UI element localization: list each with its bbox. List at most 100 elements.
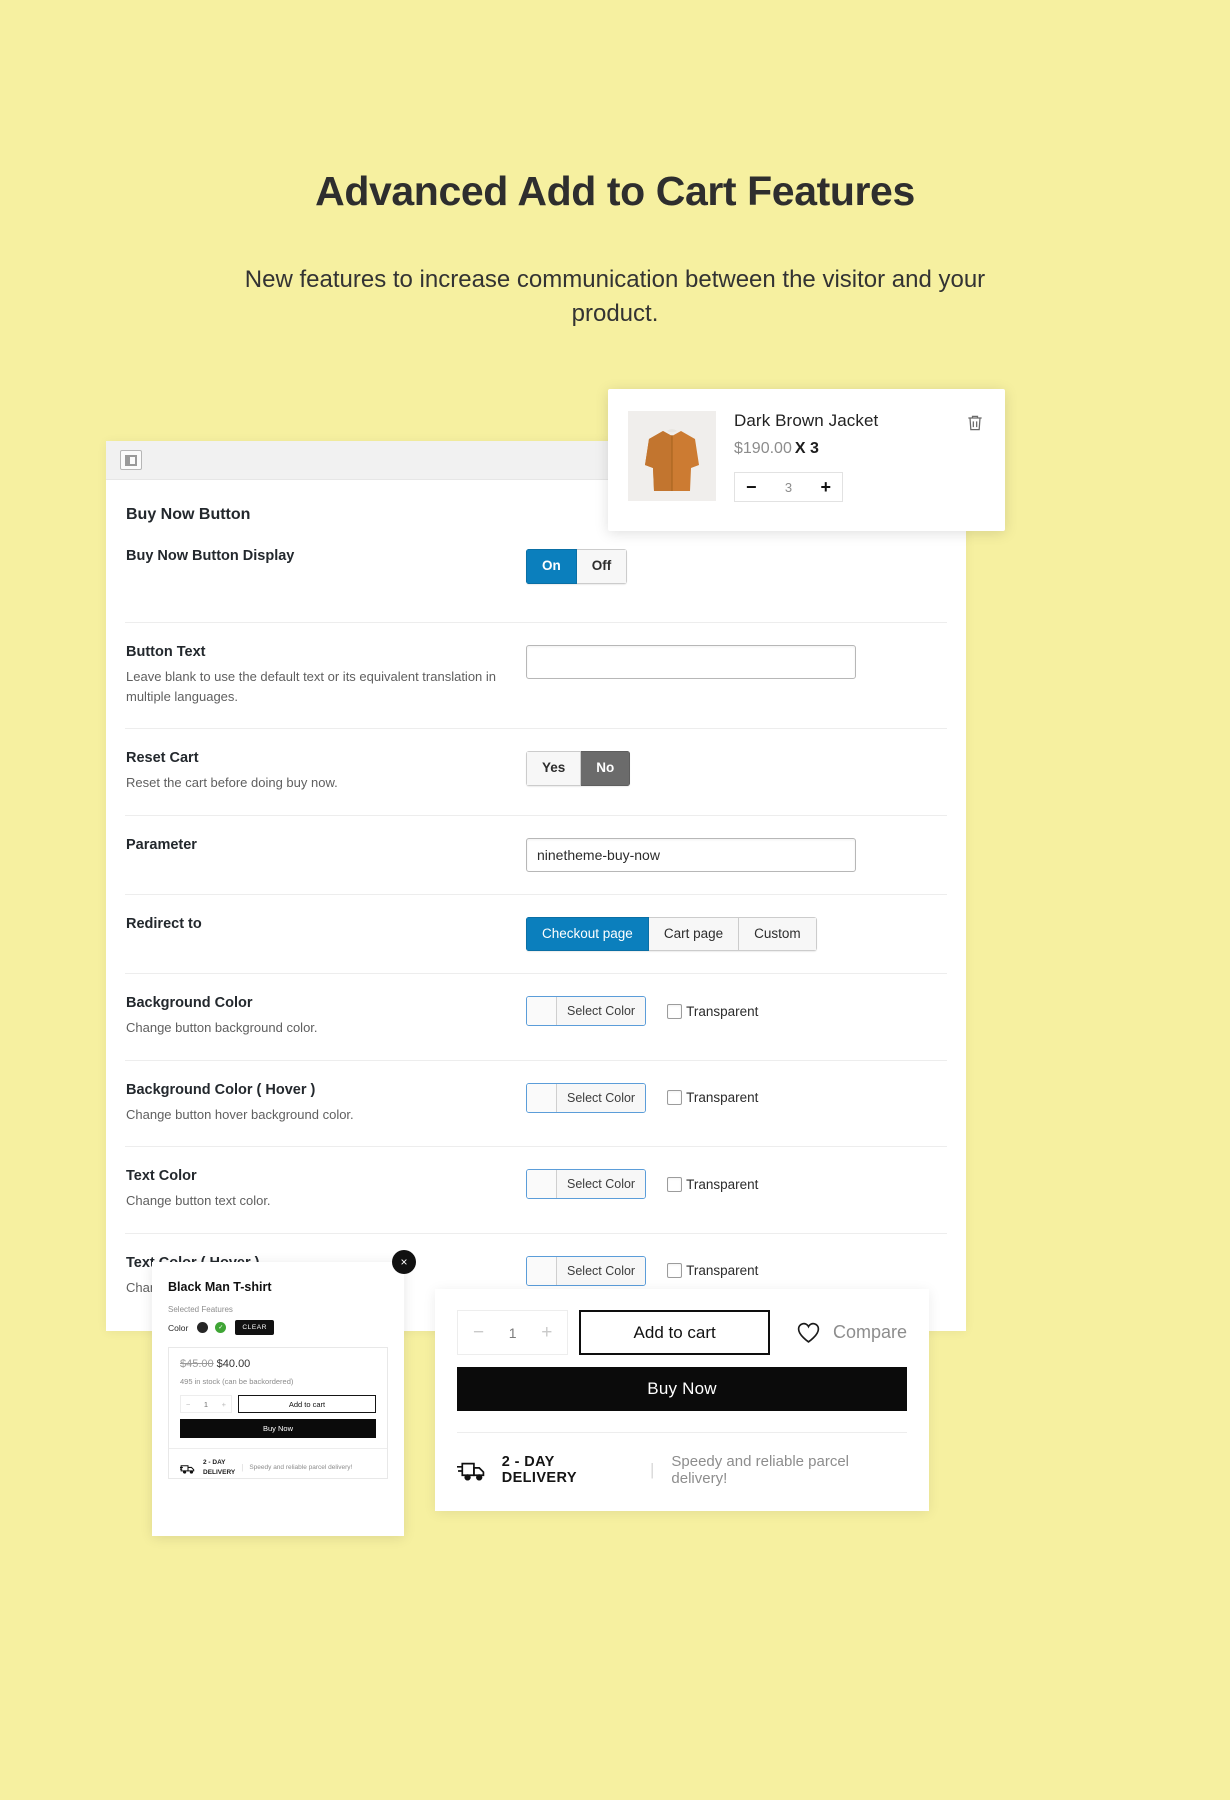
product-buy-panel: − 1 + Add to cart Compare Buy Now 2 - DA… <box>435 1289 929 1511</box>
layout-sidebar-icon[interactable] <box>120 450 142 470</box>
delivery-description: Speedy and reliable parcel delivery! <box>671 1453 850 1487</box>
transparent-checkbox-background[interactable]: Transparent <box>667 1003 759 1019</box>
add-to-cart-button[interactable]: Add to cart <box>238 1395 376 1413</box>
mini-cart-popup: Dark Brown Jacket $190.00 X 3 − 3 + <box>608 389 1005 531</box>
row-control <box>526 837 947 872</box>
checkbox-label: Transparent <box>686 1263 759 1279</box>
page-subtitle: New features to increase communication b… <box>244 266 986 328</box>
price-multiplier: X 3 <box>794 440 819 457</box>
setting-label: Text Color <box>126 1168 197 1185</box>
row-label-group: Text Color Change button text color. <box>125 1168 526 1211</box>
add-to-cart-button[interactable]: Add to cart <box>579 1310 770 1355</box>
background-hover-color-picker[interactable]: Select Color <box>526 1082 647 1113</box>
select-color-label[interactable]: Select Color <box>557 1256 646 1285</box>
setting-label: Parameter <box>126 836 197 853</box>
toggle-option-on[interactable]: On <box>526 549 577 584</box>
transparent-checkbox-text[interactable]: Transparent <box>667 1176 759 1192</box>
cart-product-thumbnail <box>628 411 716 501</box>
setting-description: Change button text color. <box>126 1193 271 1209</box>
row-label-group: Background Color Change button backgroun… <box>125 995 526 1038</box>
select-color-label[interactable]: Select Color <box>557 1170 646 1199</box>
decrement-button[interactable]: − <box>473 1323 484 1342</box>
select-color-label[interactable]: Select Color <box>557 1083 646 1112</box>
buy-now-display-toggle[interactable]: On Off <box>526 549 628 584</box>
toggle-option-off[interactable]: Off <box>576 549 628 584</box>
toggle-option-no[interactable]: No <box>581 751 631 786</box>
increment-button[interactable]: + <box>541 1323 552 1342</box>
close-icon[interactable]: × <box>392 1250 416 1274</box>
setting-label: Background Color <box>126 995 253 1012</box>
setting-row-buy-now-display: Buy Now Button Display On Off <box>125 548 947 622</box>
toggle-option-cart-page[interactable]: Cart page <box>648 916 740 952</box>
price-amount: $190.00 <box>734 440 792 457</box>
delivery-line-2: DELIVERY <box>203 1468 236 1476</box>
checkbox-box[interactable] <box>667 1090 683 1106</box>
new-price: $40.00 <box>216 1358 251 1370</box>
setting-row-background-color: Background Color Change button backgroun… <box>125 973 947 1060</box>
row-label-group: Buy Now Button Display <box>125 548 526 564</box>
checkbox-box[interactable] <box>667 1176 683 1192</box>
toggle-option-checkout-page[interactable]: Checkout page <box>526 916 649 952</box>
decrement-button[interactable]: − <box>746 478 757 496</box>
quantity-value[interactable]: 3 <box>785 480 792 495</box>
transparent-checkbox-text-hover[interactable]: Transparent <box>667 1263 759 1279</box>
button-text-input[interactable] <box>526 645 856 679</box>
row-control: Yes No <box>526 750 947 786</box>
old-price: $45.00 <box>180 1358 214 1370</box>
color-swatch-green-selected[interactable]: ✓ <box>215 1322 227 1333</box>
quickview-product-title: Black Man T-shirt <box>168 1280 272 1294</box>
quantity-value[interactable]: 1 <box>509 1325 517 1341</box>
delivery-info: 2 - DAY DELIVERY | Speedy and reliable p… <box>457 1432 907 1487</box>
buy-now-button[interactable]: Buy Now <box>457 1367 907 1411</box>
background-color-picker[interactable]: Select Color <box>526 996 647 1027</box>
decrement-button[interactable]: − <box>186 1400 190 1409</box>
increment-button[interactable]: + <box>222 1400 226 1409</box>
setting-description: Reset the cart before doing buy now. <box>126 775 338 790</box>
setting-row-text-color: Text Color Change button text color. Sel… <box>125 1146 947 1233</box>
setting-row-reset-cart: Reset Cart Reset the cart before doing b… <box>125 728 947 815</box>
row-label-group: Redirect to <box>125 916 526 932</box>
delivery-truck-icon <box>457 1462 485 1481</box>
checkbox-box[interactable] <box>667 1003 683 1019</box>
row-label-group: Parameter <box>125 837 526 853</box>
page-title: Advanced Add to Cart Features <box>315 168 915 214</box>
quantity-value[interactable]: 1 <box>204 1400 208 1409</box>
setting-row-button-text: Button Text Leave blank to use the defau… <box>125 622 947 728</box>
compare-button[interactable]: Compare <box>796 1321 907 1344</box>
cart-quantity-stepper[interactable]: − 3 + <box>734 472 843 502</box>
trash-icon[interactable] <box>965 413 985 433</box>
quickview-actions: − 1 + Add to cart <box>180 1395 376 1413</box>
row-label-group: Reset Cart Reset the cart before doing b… <box>125 750 526 793</box>
checkbox-label: Transparent <box>686 1003 759 1019</box>
admin-settings-panel: Buy Now Button Buy Now Button Display On… <box>106 441 966 1332</box>
redirect-to-toggle[interactable]: Checkout page Cart page Custom <box>526 916 817 952</box>
checkbox-box[interactable] <box>667 1263 683 1279</box>
quickview-price: $45.00 $40.00 <box>180 1358 376 1370</box>
delivery-info: 2 - DAY DELIVERY | Speedy and reliable p… <box>169 1448 387 1478</box>
checkbox-label: Transparent <box>686 1176 759 1192</box>
color-swatch <box>527 1083 557 1112</box>
toggle-option-custom[interactable]: Custom <box>739 916 817 952</box>
setting-label: Background Color ( Hover ) <box>126 1081 316 1098</box>
reset-cart-toggle[interactable]: Yes No <box>526 751 631 786</box>
select-color-label[interactable]: Select Color <box>557 997 646 1026</box>
color-attribute-label: Color <box>168 1322 189 1333</box>
increment-button[interactable]: + <box>820 478 831 496</box>
text-hover-color-picker[interactable]: Select Color <box>526 1255 647 1286</box>
quickview-quantity-stepper[interactable]: − 1 + <box>180 1395 232 1413</box>
clear-variant-button[interactable]: CLEAR <box>235 1320 274 1335</box>
parameter-input[interactable] <box>526 837 856 872</box>
cart-product-price: $190.00 X 3 <box>734 440 1005 458</box>
checkbox-label: Transparent <box>686 1090 759 1106</box>
heart-icon <box>797 1322 820 1343</box>
buy-quantity-stepper[interactable]: − 1 + <box>457 1310 569 1355</box>
buy-now-button[interactable]: Buy Now <box>180 1419 376 1438</box>
toggle-option-yes[interactable]: Yes <box>526 751 582 786</box>
page-root: Advanced Add to Cart Features New featur… <box>0 0 1230 1800</box>
setting-description: Change button background color. <box>126 1020 318 1036</box>
transparent-checkbox-background-hover[interactable]: Transparent <box>667 1090 759 1106</box>
setting-description: Leave blank to use the default text or i… <box>126 669 497 704</box>
row-control: Select Color Transparent <box>526 1168 947 1200</box>
text-color-picker[interactable]: Select Color <box>526 1169 647 1200</box>
color-swatch-black[interactable] <box>197 1322 209 1333</box>
